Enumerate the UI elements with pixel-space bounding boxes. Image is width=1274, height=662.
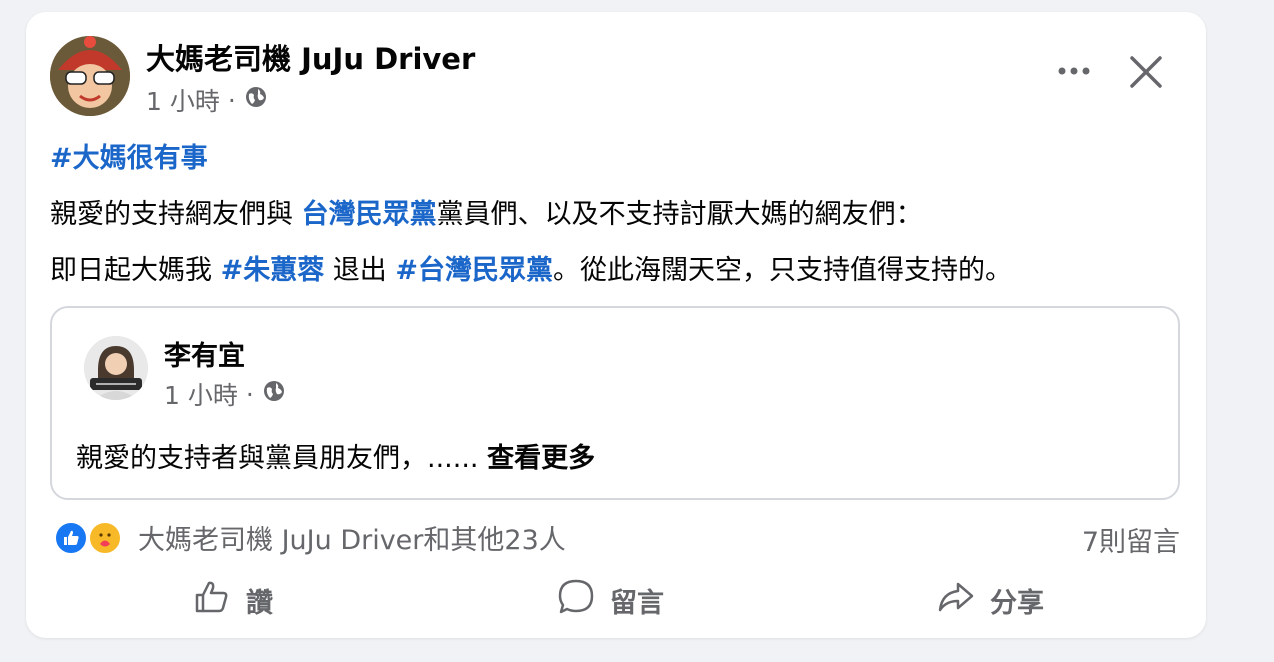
like-reaction-icon [54, 520, 88, 555]
comment-label: 留言 [610, 587, 664, 619]
post-text-line-1: 親愛的支持網友們與 台灣民眾黨黨員們、以及不支持討厭大媽的網友們： [50, 192, 923, 231]
comment-button[interactable]: 留言 [556, 572, 664, 628]
author-name[interactable]: 大媽老司機 JuJu Driver [146, 36, 475, 78]
shared-text-body: 親愛的支持者與黨員朋友們，...... [76, 443, 488, 474]
post-text-segment: 親愛的支持網友們與 [50, 199, 302, 230]
reaction-icons [54, 520, 128, 556]
care-reaction-icon [88, 520, 122, 555]
reactions-text[interactable]: 大媽老司機 JuJu Driver和其他23人 [138, 518, 566, 557]
reactions-summary[interactable]: 大媽老司機 JuJu Driver和其他23人 [54, 518, 566, 557]
hashtag-link[interactable]: #大媽很有事 [50, 143, 208, 174]
post-text-segment: 退出 [324, 255, 396, 286]
hashtag-link[interactable]: #台灣民眾黨 [395, 255, 553, 286]
party-link[interactable]: 台灣民眾黨 [302, 199, 437, 230]
action-bar: 讚 留言 分享 [26, 572, 1206, 628]
hashtag-link[interactable]: #朱蕙蓉 [221, 255, 325, 286]
meta-separator: · [245, 379, 254, 409]
post-text-segment: 。從此海闊天空，只支持值得支持的。 [553, 255, 1013, 286]
globe-icon [262, 379, 286, 409]
shared-author-avatar[interactable] [84, 336, 148, 400]
author-avatar[interactable] [50, 36, 130, 116]
like-label: 讚 [246, 587, 273, 619]
speech-bubble-icon [556, 577, 596, 624]
shared-post-meta: 1 小時 · [164, 376, 286, 412]
shared-post-time[interactable]: 1 小時 [164, 376, 238, 412]
post-meta: 1 小時 · [146, 82, 268, 118]
share-button[interactable]: 分享 [936, 572, 1044, 628]
post-text-segment: 黨員們、以及不支持討厭大媽的網友們： [436, 199, 923, 230]
post-time[interactable]: 1 小時 [146, 82, 220, 118]
shared-post[interactable]: 李有宜 1 小時 · 親愛的支持者與黨員朋友們，...... 查看更多 [50, 306, 1180, 500]
meta-separator: · [227, 85, 236, 115]
shared-post-text: 親愛的支持者與黨員朋友們，...... 查看更多 [76, 436, 595, 475]
globe-icon [244, 85, 268, 115]
thumbs-up-icon [192, 577, 232, 624]
shared-author-name[interactable]: 李有宜 [164, 334, 245, 373]
post-hashtag-line: #大媽很有事 [50, 136, 208, 175]
post-text-segment: 即日起大媽我 [50, 255, 221, 286]
comments-count[interactable]: 7則留言 [1082, 520, 1180, 559]
post-card: 大媽老司機 JuJu Driver 1 小時 · #大媽很有事 親愛的支持網友們… [26, 12, 1206, 638]
close-icon[interactable] [1126, 52, 1166, 92]
see-more-link[interactable]: 查看更多 [487, 443, 595, 474]
like-button[interactable]: 讚 [192, 572, 273, 628]
share-arrow-icon [936, 577, 976, 624]
share-label: 分享 [990, 587, 1044, 619]
more-dots-icon[interactable] [1054, 56, 1094, 86]
post-text-line-2: 即日起大媽我 #朱蕙蓉 退出 #台灣民眾黨。從此海闊天空，只支持值得支持的。 [50, 248, 1012, 287]
